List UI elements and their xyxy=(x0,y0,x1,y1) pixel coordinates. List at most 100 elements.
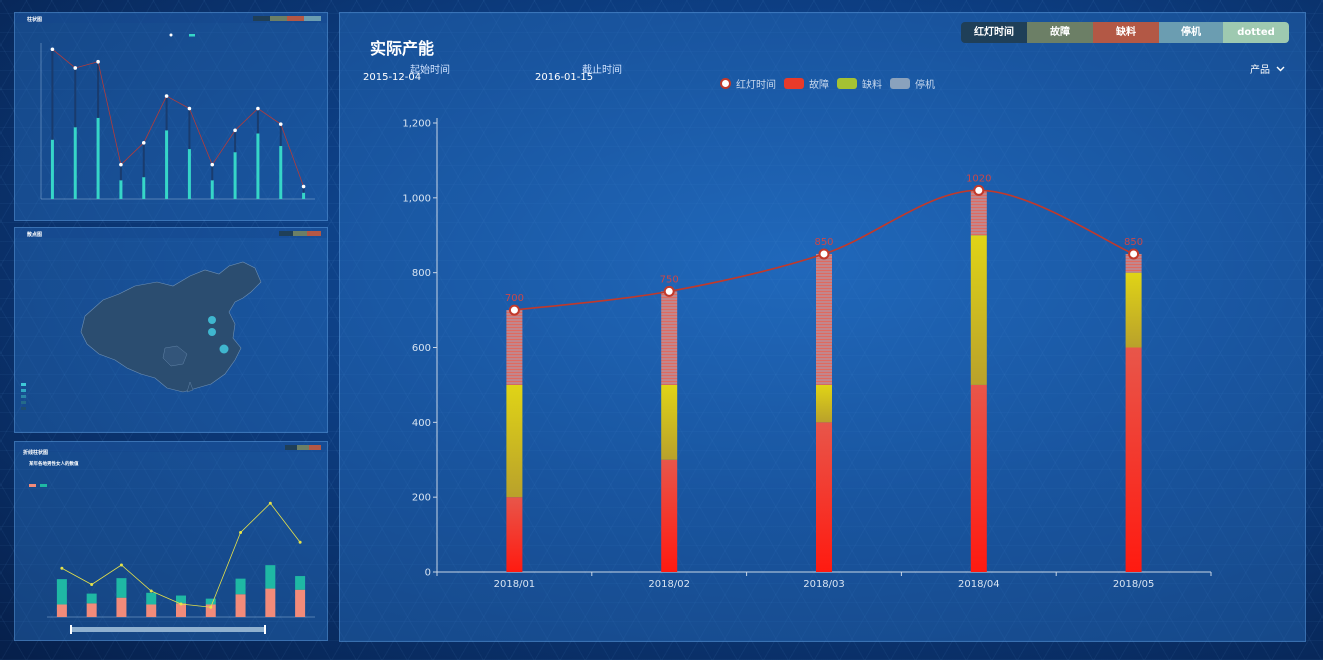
product-dropdown[interactable]: 产品 xyxy=(1250,61,1285,76)
mini-line-point xyxy=(149,589,153,593)
mini-line-point xyxy=(209,605,213,609)
mini-line-point xyxy=(239,531,243,534)
mini-line-point xyxy=(187,106,192,111)
mini-bar-shadow xyxy=(188,108,191,150)
legend-item-fault[interactable]: 故障 xyxy=(784,76,829,91)
line-data-label: 750 xyxy=(660,274,679,285)
mini-bar-shadow xyxy=(142,142,145,178)
legend-swatch xyxy=(890,78,910,89)
mini-line xyxy=(52,48,304,187)
map-legend xyxy=(21,383,26,410)
map-scatter-point[interactable] xyxy=(208,316,216,324)
mini-bar xyxy=(142,177,146,199)
mini-line-point xyxy=(141,141,146,145)
bar-segment-2 xyxy=(661,291,678,385)
y-tick-label: 600 xyxy=(412,343,431,354)
line-data-label: 850 xyxy=(814,237,833,248)
mini-zoom-handle xyxy=(264,625,266,634)
mini-bar xyxy=(210,180,214,199)
bar-segment-0 xyxy=(1125,347,1142,572)
filter-button-shortage[interactable]: 缺料 xyxy=(1093,22,1159,43)
mini-line-point xyxy=(256,106,260,111)
mini-bar xyxy=(302,192,306,199)
mini-legend-swatch xyxy=(189,34,195,37)
mini-bar xyxy=(187,149,191,199)
bar-segment-1 xyxy=(970,235,987,385)
line-point xyxy=(663,285,675,297)
main-chart-panel: 0 200 400 600 800 1,000 1,200 2018/01 2018/02 201… xyxy=(339,12,1306,642)
mini-bar-pink xyxy=(235,594,246,617)
main-chart: 0 200 400 600 800 1,000 1,200 2018/01 2018/02 201… xyxy=(402,118,1212,590)
legend-label: 缺料 xyxy=(862,80,882,91)
y-tick-label: 200 xyxy=(412,493,431,504)
legend-label: 故障 xyxy=(809,80,829,91)
bar-segment-2 xyxy=(506,310,523,385)
mini-bar-shadow xyxy=(74,67,77,128)
bar-segment-1 xyxy=(506,384,523,498)
filter-button-dotted[interactable]: dotted xyxy=(1223,22,1289,43)
mini-line-point xyxy=(119,162,123,167)
bar-segment-0 xyxy=(816,422,832,572)
mini-bar xyxy=(165,130,169,199)
mini-bar-teal xyxy=(116,578,127,598)
mini-line-point xyxy=(298,540,302,544)
mini-legend-dot xyxy=(169,33,173,37)
line-data-label: 1020 xyxy=(966,173,991,184)
filter-button-stop[interactable]: 停机 xyxy=(1159,22,1223,43)
mini-line-point xyxy=(96,59,100,64)
mini-bar-shadow xyxy=(211,164,214,181)
mini-bar-teal xyxy=(265,565,276,589)
mini-line-point xyxy=(60,566,64,570)
bar-segment-0 xyxy=(970,384,987,572)
filter-button-group: 红灯时间 故障 缺料 停机 dotted xyxy=(961,22,1289,43)
mini-line-point xyxy=(164,94,169,98)
bar-segment-1 xyxy=(661,384,678,460)
line-point xyxy=(818,248,830,260)
legend-item-red-light[interactable]: 红灯时间 xyxy=(720,76,776,91)
map-country-shape xyxy=(80,261,262,393)
mini-zoom-slider xyxy=(70,627,266,632)
line-data-label: 700 xyxy=(505,293,524,304)
legend-label: 红灯时间 xyxy=(736,80,776,91)
panel-line-bar-chart: 折线柱状图 某年各地男性女人的数值 xyxy=(14,441,328,641)
start-date-value[interactable]: 2015-12-04 xyxy=(363,72,421,83)
legend-item-stop[interactable]: 停机 xyxy=(890,76,935,91)
mini-line-point xyxy=(278,122,283,126)
legend-label: 停机 xyxy=(915,80,935,91)
end-date-value[interactable]: 2016-01-15 xyxy=(535,72,593,83)
mini-line-point xyxy=(210,162,215,167)
bar-segment-2 xyxy=(816,253,832,385)
mini-bar-teal xyxy=(235,578,246,595)
mini-bar-pink xyxy=(146,604,157,617)
page-title: 实际产能 xyxy=(370,39,435,58)
mini-line-point xyxy=(73,66,78,70)
mini-line-point xyxy=(233,128,237,133)
filter-button-fault[interactable]: 故障 xyxy=(1027,22,1093,43)
legend-swatch xyxy=(784,78,804,89)
mini-bar-shadow xyxy=(97,61,100,118)
mini-line-point xyxy=(50,47,55,52)
map-scatter-point[interactable] xyxy=(208,328,216,336)
mini-zoom-handle xyxy=(70,625,72,634)
mini-line-bar-chart xyxy=(29,484,315,634)
chevron-down-icon xyxy=(1276,66,1285,71)
bar-segment-1 xyxy=(1125,272,1142,348)
mini-bar-pink xyxy=(265,588,276,617)
mini-bar xyxy=(50,139,54,199)
mini-legend-swatch xyxy=(40,484,47,487)
mini-bar-pink xyxy=(56,604,67,617)
legend-swatch xyxy=(837,78,857,89)
legend-item-shortage[interactable]: 缺料 xyxy=(837,76,882,91)
mini-line-point xyxy=(301,184,306,189)
china-map xyxy=(21,261,262,410)
bar-segment-0 xyxy=(506,497,523,572)
mini-bar-pink xyxy=(116,597,127,617)
map-scatter-point[interactable] xyxy=(219,344,229,354)
filter-button-red-light[interactable]: 红灯时间 xyxy=(961,22,1027,43)
x-tick-label: 2018/03 xyxy=(803,579,845,590)
mini-bar-shadow xyxy=(165,96,168,131)
mini-bar xyxy=(96,117,100,199)
mini-bar-chart xyxy=(40,33,315,200)
x-tick-label: 2018/02 xyxy=(648,579,690,590)
mini-bar xyxy=(233,152,237,199)
